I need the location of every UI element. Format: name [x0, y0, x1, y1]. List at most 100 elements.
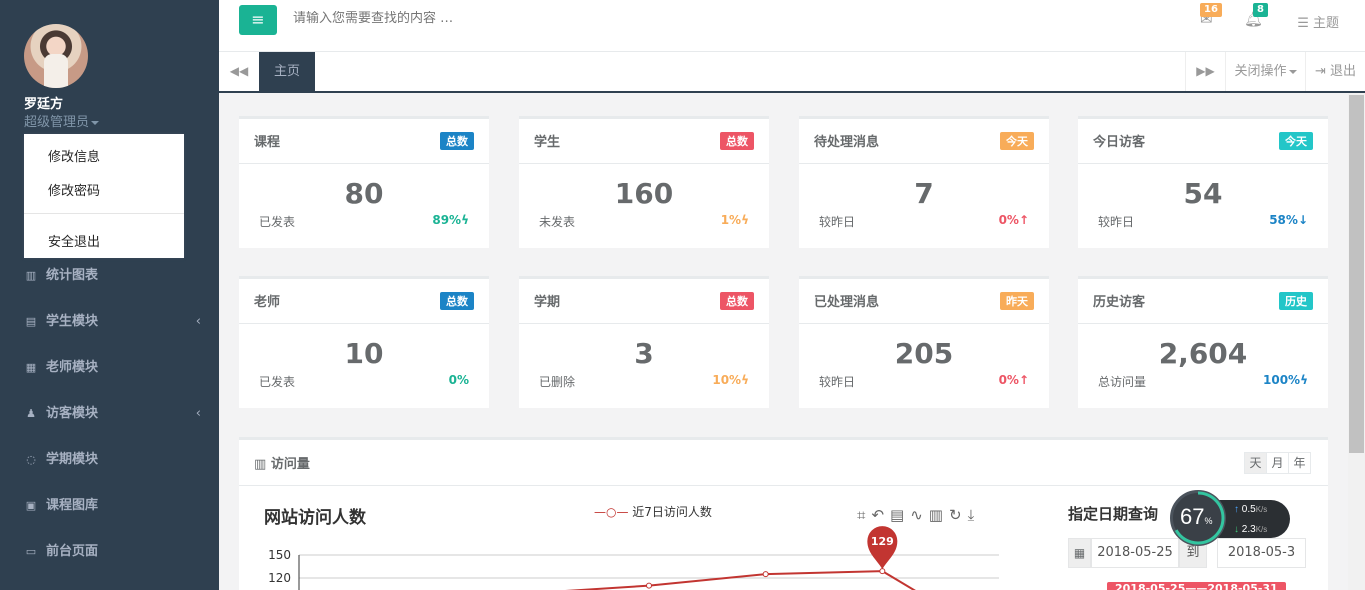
sign-out-icon: ⇥ [1314, 64, 1330, 79]
sidebar: 罗廷方 超级管理员 修改信息 修改密码 安全退出 ▥ 统计图表 ▤ 学生模块 ‹ ▦ 老… [0, 0, 219, 590]
card-value: 80 [344, 177, 384, 210]
max-marker-label: 129 [871, 535, 894, 548]
tasks-icon: ☰ [1297, 16, 1313, 31]
stat-card: 课程 总数 80 已发表 89%ϟ [239, 116, 489, 248]
nav-item-terms[interactable]: ◌ 学期模块 [0, 440, 219, 480]
card-percent-value: 58% [1269, 213, 1298, 227]
tab-home[interactable]: 主页 [259, 52, 315, 91]
card-divider [799, 323, 1049, 324]
stat-card: 已处理消息 昨天 205 较昨日 0%↑ [799, 276, 1049, 408]
nav-label: 老师模块 [46, 360, 99, 375]
card-badge: 今天 [1000, 132, 1034, 150]
tab-scroll-left-button[interactable]: ◀◀ [219, 52, 259, 91]
nav-item-visitors[interactable]: ♟ 访客模块 ‹ [0, 394, 219, 434]
close-operations-dropdown[interactable]: 关闭操作 [1225, 52, 1305, 91]
chevron-left-icon: ‹ [195, 406, 201, 421]
menu-item-change-password[interactable]: 修改密码 [48, 180, 100, 199]
card-divider [519, 323, 769, 324]
card-value: 54 [1183, 177, 1223, 210]
card-subtitle: 较昨日 [819, 215, 856, 229]
data-point[interactable] [879, 568, 886, 575]
trend-bolt-icon: ϟ [741, 213, 749, 227]
nav-label: 学生模块 [46, 314, 99, 329]
data-point[interactable] [646, 582, 652, 589]
card-value: 10 [344, 337, 384, 370]
theme-label: 主题 [1312, 16, 1339, 31]
card-value: 3 [634, 337, 654, 370]
nav-label: 访客模块 [46, 406, 99, 421]
visits-panel: ▥ 访问量 天 月 年 网站访问人数 —○— 近7日访问人数 ⌗↶▤∿▥↻⤓ 1… [239, 437, 1328, 590]
card-percent: 1%ϟ [721, 213, 749, 227]
nav-item-students[interactable]: ▤ 学生模块 ‹ [0, 302, 219, 342]
memory-percent-value: 67 [1180, 504, 1205, 529]
top-navbar: ≡ ✉ 16 🔔︎ 8 ☰ 主题 [219, 0, 1365, 52]
card-percent-value: 89% [432, 213, 462, 227]
user-role-dropdown[interactable]: 超级管理员 [24, 111, 100, 130]
card-percent-value: 0% [998, 213, 1019, 227]
stat-card: 待处理消息 今天 7 较昨日 0%↑ [799, 116, 1049, 248]
card-percent: 10%ϟ [712, 373, 749, 387]
table-icon: ▦ [25, 361, 37, 374]
stat-card: 历史访客 历史 2,604 总访问量 100%ϟ [1078, 276, 1328, 408]
download-value: 2.3 [1241, 524, 1256, 535]
card-subtitle: 总访问量 [1098, 375, 1147, 389]
avatar[interactable] [24, 24, 88, 88]
nav-item-stats[interactable]: ▥ 统计图表 [0, 256, 219, 296]
card-percent-value: 0% [448, 373, 469, 387]
card-subtitle: 未发表 [539, 215, 576, 229]
card-divider [239, 323, 489, 324]
data-point[interactable] [762, 571, 769, 578]
card-value: 2,604 [1158, 337, 1248, 370]
card-divider [239, 163, 489, 164]
date-from-input[interactable]: 2018-05-25 [1091, 538, 1179, 568]
user-name: 罗廷方 [24, 97, 64, 112]
arrow-down-icon: ↓ [1234, 524, 1242, 535]
nav-item-teachers[interactable]: ▦ 老师模块 [0, 348, 219, 388]
memory-percent: 67% [1180, 504, 1213, 529]
book-icon: ▤ [25, 315, 37, 328]
period-month-button[interactable]: 月 [1266, 452, 1289, 474]
search-input[interactable] [293, 11, 713, 26]
logout-tab-button[interactable]: ⇥ 退出 [1305, 52, 1365, 91]
trend-bolt-icon: ϟ [1300, 373, 1308, 387]
y-tick-label: 150 [268, 548, 291, 562]
logout-label: 退出 [1330, 64, 1357, 79]
card-badge: 总数 [720, 132, 754, 150]
network-speed-widget[interactable]: 67% ↑ 0.5K/s ↓ 2.3K/s [1170, 490, 1290, 546]
card-percent: 100%ϟ [1263, 373, 1308, 387]
stat-card: 学期 总数 3 已删除 10%ϟ [519, 276, 769, 408]
page-scrollbar[interactable] [1348, 93, 1365, 590]
y-tick-label: 120 [268, 571, 291, 585]
download-unit: K/s [1255, 525, 1268, 534]
nav-label: 课程图库 [46, 498, 99, 513]
tab-scroll-right-button[interactable]: ▶▶ [1185, 52, 1225, 91]
card-percent: 58%↓ [1269, 213, 1308, 227]
card-value: 7 [914, 177, 934, 210]
period-year-button[interactable]: 年 [1288, 452, 1311, 474]
date-range-badge: 2018-05-25——2018-05-31 [1107, 582, 1286, 590]
upload-value: 0.5 [1241, 504, 1256, 515]
scrollbar-thumb[interactable] [1349, 95, 1364, 453]
card-divider [1078, 163, 1328, 164]
card-divider [1078, 323, 1328, 324]
menu-toggle-button[interactable]: ≡ [239, 5, 277, 35]
menu-item-edit-info[interactable]: 修改信息 [48, 146, 100, 165]
card-percent: 0%↑ [999, 213, 1029, 227]
nav-item-gallery[interactable]: ▣ 课程图库 [0, 486, 219, 526]
nav-item-frontend[interactable]: ▭ 前台页面 [0, 532, 219, 572]
caret-down-icon [91, 120, 100, 125]
menu-item-logout[interactable]: 安全退出 [48, 231, 100, 250]
theme-button[interactable]: ☰ 主题 [1297, 12, 1339, 31]
hamburger-icon: ≡ [251, 10, 265, 29]
period-day-button[interactable]: 天 [1244, 452, 1267, 474]
stat-card: 学生 总数 160 未发表 1%ϟ [519, 116, 769, 248]
card-divider [799, 163, 1049, 164]
user-role-label: 超级管理员 [24, 115, 90, 130]
close-ops-label: 关闭操作 [1234, 64, 1287, 79]
forward-icon: ▶▶ [1196, 64, 1215, 78]
date-query-title: 指定日期查询 [1068, 505, 1159, 523]
card-title: 历史访客 [1093, 295, 1146, 310]
upload-unit: K/s [1255, 505, 1268, 514]
card-badge: 昨天 [1000, 292, 1034, 310]
card-percent: 0% [449, 373, 469, 387]
